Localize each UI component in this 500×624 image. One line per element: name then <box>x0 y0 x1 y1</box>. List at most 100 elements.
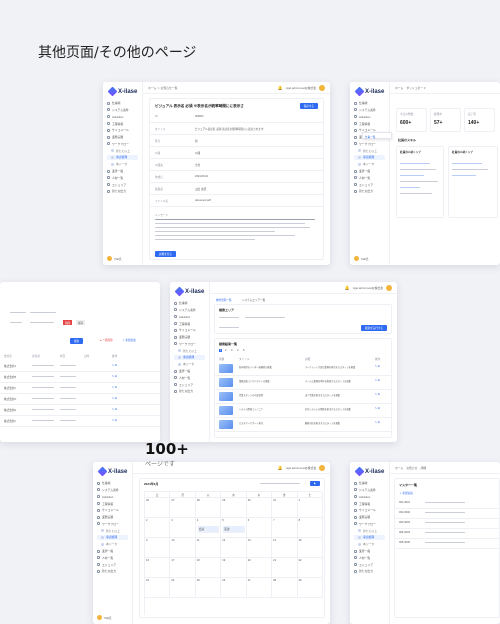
sidebar-item[interactable]: 承認処理 <box>354 534 385 541</box>
page-link[interactable]: 3 <box>231 349 232 352</box>
edit-link[interactable]: ✎ ⧉ <box>112 364 117 367</box>
sidebar-item[interactable]: 人材一覧 <box>354 175 385 180</box>
result-title[interactable]: 営業スタッフの中途採用 <box>239 393 263 397</box>
avatar[interactable] <box>319 84 325 91</box>
page-link[interactable]: 2 <box>225 349 226 352</box>
table-row[interactable]: 005-0005 <box>399 541 410 544</box>
sidebar-item[interactable]: 本ジータ <box>354 162 385 167</box>
row-actions[interactable]: ✎ ⧉ <box>375 407 380 410</box>
calendar-day[interactable]: 16 <box>145 558 171 578</box>
sidebar-item[interactable]: 業界一般 <box>174 368 205 373</box>
sidebar-item[interactable]: エシュリア <box>97 562 128 567</box>
execute-search-button[interactable]: 検索を実行する <box>360 325 387 331</box>
page-link[interactable]: 4 <box>237 349 238 352</box>
sidebar-item[interactable]: ワークフロー <box>354 521 385 526</box>
sidebar-item[interactable]: 仕事線 <box>107 101 138 106</box>
sidebar-item[interactable]: 業界一般 <box>107 168 138 173</box>
sidebar-item[interactable]: 新たな出力 <box>354 569 385 574</box>
table-row[interactable]: 001-0001 <box>399 501 410 504</box>
tab-home[interactable]: ホーム <box>395 86 403 90</box>
sidebar-item[interactable]: 工程情報 <box>174 321 205 326</box>
result-thumbnail[interactable] <box>219 406 233 415</box>
sidebar-item[interactable]: 工程情報 <box>97 501 128 506</box>
tab-dashboard[interactable]: ダッシュボード <box>406 86 426 90</box>
sidebar-item[interactable]: サイコメール <box>97 508 128 513</box>
calendar-day[interactable]: 26 <box>145 498 171 518</box>
sidebar-item[interactable]: システム案件 <box>354 487 385 492</box>
header-user[interactable]: rigel.admin.test@株式会 <box>286 86 316 90</box>
tab-notice[interactable]: お知らせ <box>406 466 417 470</box>
user-badge[interactable]: Yuki氏 <box>107 256 122 261</box>
calendar-day[interactable]: 15 <box>297 538 323 558</box>
calendar-day[interactable]: 29 <box>297 578 323 598</box>
sidebar-item[interactable]: 人材一覧 <box>97 555 128 560</box>
calendar-day[interactable]: 28 <box>195 498 222 518</box>
calendar-day[interactable]: 18 <box>195 558 222 578</box>
calendar-day[interactable]: 11 <box>195 538 222 558</box>
result-thumbnail[interactable] <box>219 420 233 429</box>
sidebar-item[interactable]: 業務実積 <box>354 515 385 520</box>
sidebar-item[interactable]: 承認処理 <box>107 154 138 161</box>
sidebar-item[interactable]: 新たに以上 <box>354 148 385 153</box>
table-row[interactable]: 株式会社E <box>4 408 16 412</box>
sidebar-item[interactable]: 工程情報 <box>354 501 385 506</box>
row-actions[interactable]: ✎ ⧉ <box>375 421 380 424</box>
sidebar-item[interactable]: 業界一般 <box>97 548 128 553</box>
calendar-day[interactable]: 9 <box>145 538 171 558</box>
edit-link[interactable]: ✎ ⧉ <box>112 408 117 411</box>
result-thumbnail[interactable] <box>219 392 233 401</box>
save-button[interactable]: 保存する <box>299 103 318 109</box>
bell-icon[interactable]: 🔔 <box>345 285 350 290</box>
sidebar-item[interactable]: 新たな出力 <box>174 389 205 394</box>
sidebar-item[interactable]: 業界一般 <box>354 168 385 173</box>
result-thumbnail[interactable] <box>219 364 233 373</box>
bell-icon[interactable]: 🔔 <box>278 465 283 470</box>
add-link[interactable]: ＋ 新規追加 <box>399 491 413 495</box>
edit-link[interactable]: ✎ ⧉ <box>112 397 117 400</box>
user-badge[interactable]: Yuki氏 <box>354 256 369 261</box>
row-actions[interactable]: ✎ ⧉ <box>375 365 380 368</box>
calendar-day[interactable]: 8 <box>297 518 323 538</box>
calendar-day[interactable]: 27 <box>246 578 273 598</box>
sidebar-item[interactable]: システム案件 <box>354 107 385 112</box>
header-user[interactable]: rigel.admin.test@株式会 <box>286 466 316 470</box>
calendar-day[interactable]: 26 <box>221 578 247 598</box>
result-thumbnail[interactable] <box>219 378 233 387</box>
sidebar-item[interactable]: 仕事線 <box>174 301 205 306</box>
calendar-day[interactable]: 17 <box>170 558 196 578</box>
calendar-day[interactable]: 2 <box>145 518 171 538</box>
edit-link[interactable]: ✎ ⧉ <box>112 375 117 378</box>
sidebar-item[interactable]: システム案件 <box>97 487 128 492</box>
sidebar-item[interactable]: エシュリア <box>354 562 385 567</box>
sidebar-item[interactable]: 承認処理 <box>174 354 205 361</box>
page-link[interactable]: 5 <box>243 349 244 352</box>
sidebar-item[interactable]: サイコメール <box>354 508 385 513</box>
calendar-event[interactable]: 会議 <box>197 526 220 533</box>
calendar-day[interactable]: 25 <box>195 578 222 598</box>
sidebar-item[interactable]: 承認処理 <box>97 534 128 541</box>
sidebar-item[interactable]: Adviction <box>97 494 128 499</box>
calendar-day[interactable]: 22 <box>297 558 323 578</box>
sidebar-item[interactable]: 新たに以上 <box>354 528 385 533</box>
sidebar-item[interactable]: 人材一覧 <box>354 555 385 560</box>
avatar[interactable] <box>386 284 392 291</box>
sidebar-item[interactable]: ワークフロー <box>174 341 205 346</box>
sidebar-item[interactable]: 業務実積 <box>174 335 205 340</box>
sidebar-item[interactable]: 新たな出力 <box>107 189 138 194</box>
calendar-day[interactable]: 20 <box>246 558 273 578</box>
sidebar-item[interactable]: 本ジータ <box>354 542 385 547</box>
table-row[interactable]: 002-0002 <box>399 511 410 514</box>
delete-tag[interactable]: 削除 <box>63 320 73 325</box>
sidebar-item[interactable]: 新たに以上 <box>174 348 205 353</box>
calendar-day[interactable]: 30 <box>246 498 273 518</box>
sidebar-item[interactable]: 承認処理 <box>354 154 385 161</box>
calendar-day[interactable]: 24 <box>170 578 196 598</box>
export-link[interactable]: ＋ 新規追加 <box>122 338 136 342</box>
user-badge[interactable]: Yuki氏 <box>97 615 112 620</box>
sidebar-item[interactable]: エシュリア <box>107 182 138 187</box>
result-title[interactable]: 新卒採用のリーダー候補者の募集 <box>239 365 272 369</box>
row-actions[interactable]: ✎ ⧉ <box>375 393 380 396</box>
sidebar-item[interactable]: システム案件 <box>107 107 138 112</box>
edit-link[interactable]: ✎ ⧉ <box>112 419 117 422</box>
sidebar-item[interactable]: Adviction <box>107 114 138 119</box>
